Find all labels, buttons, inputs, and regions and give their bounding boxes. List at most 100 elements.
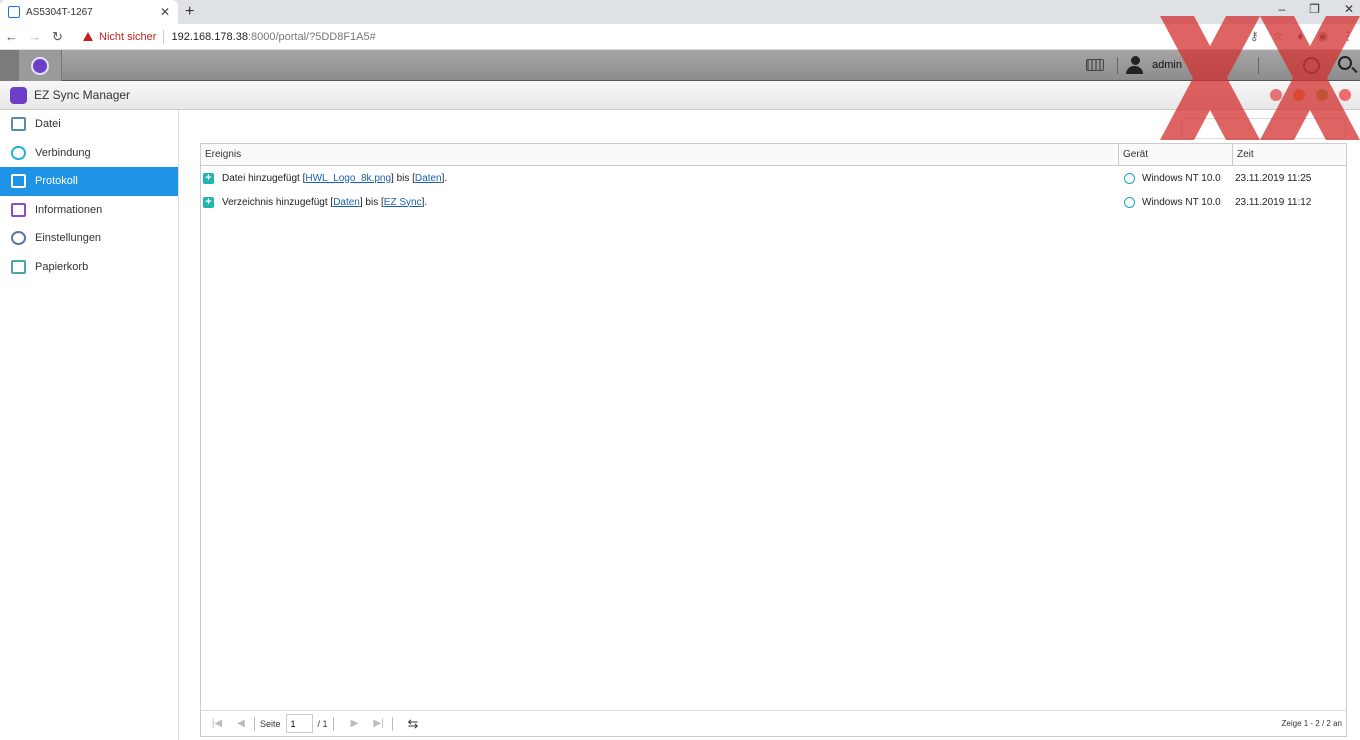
window-title: EZ Sync Manager: [34, 88, 131, 102]
event-text-pre: Verzeichnis hinzugefügt [: [222, 196, 334, 208]
event-link-target[interactable]: EZ Sync: [384, 197, 422, 208]
event-text-pre: Datei hinzugefügt [: [222, 172, 306, 184]
table-row[interactable]: + Verzeichnis hinzugefügt [Daten] bis [EZ…: [201, 190, 1346, 214]
profile-icon[interactable]: ◉: [1318, 29, 1328, 43]
app-window-titlebar: EZ Sync Manager: [0, 81, 1360, 110]
minimize-icon[interactable]: –: [1278, 2, 1285, 16]
table-body: + Datei hinzugefügt [HWL_Logo_8k.png] bis…: [201, 166, 1346, 214]
pager-separator: [332, 716, 334, 731]
ez-sync-taskbar-button[interactable]: [18, 50, 62, 81]
sidebar-item-papierkorb[interactable]: Papierkorb: [0, 253, 178, 282]
username-label[interactable]: admin: [1152, 59, 1182, 71]
event-text-mid: ] bis [: [391, 172, 415, 184]
event-link-source[interactable]: Daten: [333, 197, 360, 208]
main-content: Ereignis Gerät Zeit + Datei hinzugefügt […: [179, 110, 1360, 740]
column-header-time[interactable]: Zeit: [1233, 144, 1346, 165]
add-event-icon: +: [203, 172, 214, 184]
next-page-icon[interactable]: ▶: [347, 718, 363, 729]
taskbar-separator: [1258, 57, 1259, 74]
event-cell: + Verzeichnis hinzugefügt [Daten] bis [EZ…: [201, 196, 1119, 208]
menu-icon[interactable]: ⋮: [1342, 29, 1354, 43]
key-icon[interactable]: ⚷: [1250, 29, 1259, 43]
pager-separator: [391, 716, 393, 731]
sidebar-item-protokoll[interactable]: Protokoll: [0, 167, 178, 196]
gear-icon: [11, 231, 26, 246]
adm-taskbar: admin: [0, 50, 1360, 81]
extension-icon[interactable]: ♦: [1297, 29, 1303, 43]
ez-sync-app-icon: [10, 86, 27, 104]
url-path: :8000/portal/?5DD8F1A5#: [247, 30, 376, 43]
log-icon: [11, 174, 26, 189]
table-header: Ereignis Gerät Zeit: [201, 144, 1346, 166]
tab-title: AS5304T-1267: [26, 6, 93, 18]
event-link-source[interactable]: HWL_Logo_8k.png: [305, 173, 391, 184]
close-tab-icon[interactable]: ✕: [160, 5, 170, 19]
browser-tab[interactable]: AS5304T-1267 ✕: [0, 0, 178, 24]
device-cell: Windows NT 10.0: [1119, 172, 1233, 184]
sidebar-item-label: Protokoll: [35, 175, 78, 188]
device-name: Windows NT 10.0: [1142, 196, 1221, 208]
sidebar: Datei Verbindung Protokoll Informationen Ein…: [0, 110, 179, 740]
trash-icon: [11, 259, 26, 274]
security-label: Nicht sicher: [99, 30, 157, 43]
device-cell: Windows NT 10.0: [1119, 196, 1233, 208]
new-tab-button[interactable]: +: [185, 3, 194, 21]
pager-info: Zeige 1 - 2 / 2 an: [1281, 719, 1342, 728]
back-icon[interactable]: ←: [0, 29, 23, 44]
ez-sync-app-icon: [31, 56, 49, 75]
browser-tabstrip: AS5304T-1267 ✕ + – ❐ ✕: [0, 0, 1360, 24]
page-total: / 1: [317, 718, 328, 729]
warning-icon: [83, 32, 93, 41]
first-page-icon[interactable]: |◀: [209, 718, 225, 729]
star-icon[interactable]: ☆: [1273, 29, 1284, 43]
sidebar-item-label: Papierkorb: [35, 260, 89, 273]
table-row[interactable]: + Datei hinzugefügt [HWL_Logo_8k.png] bis…: [201, 166, 1346, 190]
sidebar-item-informationen[interactable]: Informationen: [0, 196, 178, 225]
close-window-icon[interactable]: ✕: [1344, 2, 1354, 16]
last-page-icon[interactable]: ▶|: [371, 718, 387, 729]
globe-icon: [1124, 172, 1135, 184]
extension-icons: ⚷ ☆ ♦ ◉ ⋮: [1250, 29, 1354, 43]
keyboard-icon[interactable]: [1086, 59, 1104, 71]
taskbar-left-cap: [0, 50, 18, 81]
window-controls: – ❐ ✕: [1278, 2, 1354, 16]
restore-icon[interactable]: ❐: [1309, 2, 1320, 16]
page-number-input[interactable]: [285, 714, 313, 733]
cloud-icon: [11, 145, 26, 160]
search-icon[interactable]: [1338, 56, 1352, 70]
add-event-icon: +: [203, 196, 214, 208]
sidebar-item-label: Einstellungen: [35, 232, 102, 245]
window-maximize-dot[interactable]: [1316, 89, 1328, 101]
user-icon[interactable]: [1126, 56, 1144, 75]
address-bar: ← → ↻ Nicht sicher 192.168.178.38:8000/p…: [0, 24, 1360, 50]
window-minimize-dot[interactable]: [1293, 89, 1305, 101]
filter-search-input[interactable]: [1181, 118, 1346, 139]
security-warning[interactable]: Nicht sicher: [83, 31, 156, 43]
refresh-icon[interactable]: ⇆: [408, 716, 419, 732]
event-link-target[interactable]: Daten: [415, 173, 442, 184]
sidebar-item-verbindung[interactable]: Verbindung: [0, 139, 178, 168]
sidebar-item-datei[interactable]: Datei: [0, 110, 178, 139]
sidebar-item-einstellungen[interactable]: Einstellungen: [0, 224, 178, 253]
column-header-event[interactable]: Ereignis: [201, 144, 1119, 165]
globe-icon: [1124, 196, 1135, 208]
url-host: 192.168.178.38: [171, 30, 248, 43]
time-cell: 23.11.2019 11:25: [1235, 172, 1312, 184]
sidebar-item-label: Verbindung: [35, 146, 91, 159]
language-globe-icon[interactable]: [1303, 57, 1320, 74]
window-close-dot[interactable]: [1270, 89, 1282, 101]
device-name: Windows NT 10.0: [1142, 172, 1221, 184]
page-label: Seite: [260, 718, 281, 729]
sidebar-item-label: Informationen: [35, 203, 103, 216]
column-header-device[interactable]: Gerät: [1119, 144, 1233, 165]
app-window-controls: [1270, 89, 1351, 101]
event-text-post: ].: [441, 172, 448, 184]
forward-icon[interactable]: →: [23, 29, 46, 44]
taskbar-separator: [1117, 57, 1118, 74]
pagination-bar: |◀ ◀ Seite / 1 ▶ ▶| ⇆ Zeige 1 - 2 / 2 an: [201, 710, 1346, 736]
sidebar-item-label: Datei: [35, 118, 61, 131]
prev-page-icon[interactable]: ◀: [233, 718, 249, 729]
window-exit-dot[interactable]: [1339, 89, 1351, 101]
reload-icon[interactable]: ↻: [46, 29, 69, 45]
url-field[interactable]: 192.168.178.38:8000/portal/?5DD8F1A5#: [171, 31, 375, 43]
